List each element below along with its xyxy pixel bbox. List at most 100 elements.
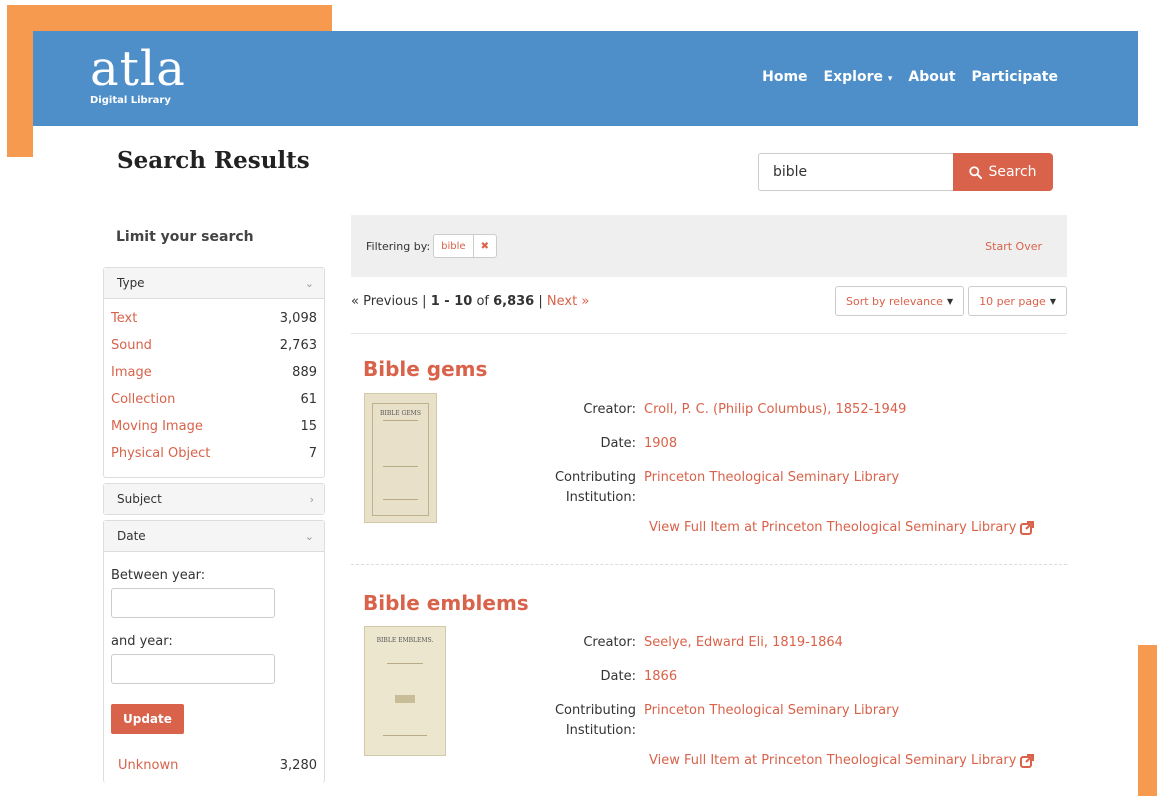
start-over-link[interactable]: Start Over — [985, 240, 1042, 253]
and-year-input[interactable] — [111, 654, 275, 684]
facet-type-label: Type — [117, 276, 145, 290]
view-full-item-label: View Full Item at Princeton Theological … — [649, 753, 1017, 768]
chevron-down-icon: ⌄ — [304, 529, 314, 543]
result-metadata: Creator: Seelye, Edward Eli, 1819-1864 Da… — [541, 633, 899, 755]
filter-chip-value[interactable]: bible — [434, 235, 474, 257]
caret-down-icon: ▼ — [946, 296, 954, 306]
metadata-key-line: Institution: — [565, 490, 636, 505]
facet-item-physical-object[interactable]: Physical Object 7 — [111, 440, 317, 467]
nav-explore[interactable]: Explore ▾ — [824, 69, 893, 85]
metadata-row-date: Date: 1908 — [541, 434, 906, 454]
between-year-input[interactable] — [111, 588, 275, 618]
search-input[interactable] — [758, 153, 953, 191]
facet-item-label[interactable]: Image — [111, 365, 152, 380]
result-thumbnail[interactable]: BIBLE GEMS — [364, 393, 437, 523]
facet-sidebar: Limit your search Type ⌄ Text 3,098 Sound… — [103, 229, 325, 788]
pager-of: of — [476, 293, 489, 309]
site-navbar: atla Digital Library Home Explore ▾ Abou… — [33, 31, 1138, 126]
external-link-icon — [1020, 753, 1035, 768]
result-item: Bible gems BIBLE GEMS Creator: Croll, P. … — [351, 334, 1067, 567]
nav-about[interactable]: About — [908, 69, 955, 85]
update-button[interactable]: Update — [111, 704, 184, 734]
chevron-right-icon: › — [309, 492, 314, 506]
filter-label: Filtering by: — [366, 239, 431, 253]
nav-explore-label: Explore — [823, 69, 883, 85]
date-link[interactable]: 1908 — [644, 434, 677, 454]
facet-item-count: 3,280 — [279, 758, 317, 773]
facet-type-header[interactable]: Type ⌄ — [104, 268, 324, 299]
facet-item-text[interactable]: Text 3,098 — [111, 305, 317, 332]
pager-total: 6,836 — [493, 293, 535, 309]
facet-item-count: 61 — [300, 392, 317, 407]
institution-link[interactable]: Princeton Theological Seminary Library — [644, 468, 899, 508]
facet-item-count: 7 — [308, 446, 317, 461]
date-link[interactable]: 1866 — [644, 667, 677, 687]
facet-subject-label: Subject — [117, 492, 162, 506]
chevron-down-icon: ⌄ — [304, 276, 314, 290]
metadata-row-date: Date: 1866 — [541, 667, 899, 687]
per-page-dropdown[interactable]: 10 per page ▼ — [968, 286, 1067, 316]
result-title-link[interactable]: Bible gems — [363, 357, 487, 381]
result-divider — [351, 564, 1067, 565]
metadata-key-line: Institution: — [565, 723, 636, 738]
thumbnail-caption: BIBLE GEMS — [380, 410, 421, 417]
metadata-key: Date: — [600, 436, 636, 451]
facet-item-moving-image[interactable]: Moving Image 15 — [111, 413, 317, 440]
facet-subject: Subject › — [103, 483, 325, 515]
thumbnail-rule — [383, 499, 418, 500]
facet-date-header[interactable]: Date ⌄ — [104, 521, 324, 552]
facet-item-label[interactable]: Physical Object — [111, 446, 210, 461]
nav-participate[interactable]: Participate — [972, 69, 1058, 85]
facet-item-label[interactable]: Sound — [111, 338, 152, 353]
metadata-row-institution: Contributing Institution: Princeton Theolo… — [541, 701, 899, 741]
facet-item-unknown[interactable]: Unknown 3,280 — [111, 758, 317, 773]
next-link[interactable]: Next » — [547, 294, 589, 309]
thumbnail-rule — [395, 695, 415, 703]
facet-item-collection[interactable]: Collection 61 — [111, 386, 317, 413]
sort-dropdown[interactable]: Sort by relevance ▼ — [834, 286, 965, 316]
thumbnail-rule — [383, 735, 427, 736]
previous-link: « Previous — [351, 293, 419, 309]
facet-item-label[interactable]: Text — [111, 311, 137, 326]
view-full-item-link[interactable]: View Full Item at Princeton Theological … — [649, 753, 1035, 768]
nav-home[interactable]: Home — [762, 69, 807, 85]
facet-date: Date ⌄ Between year: and year: Update Un… — [103, 520, 325, 783]
search-button[interactable]: Search — [953, 153, 1053, 191]
metadata-key-line: Contributing — [554, 470, 636, 485]
and-year-label: and year: — [111, 634, 173, 649]
close-icon[interactable]: ✖ — [474, 235, 496, 257]
facet-item-sound[interactable]: Sound 2,763 — [111, 332, 317, 359]
search-icon — [969, 165, 983, 179]
creator-link[interactable]: Seelye, Edward Eli, 1819-1864 — [644, 633, 843, 653]
institution-link[interactable]: Princeton Theological Seminary Library — [644, 701, 899, 741]
facet-item-count: 3,098 — [279, 311, 317, 326]
logo-wordmark: atla — [90, 41, 186, 97]
metadata-row-institution: Contributing Institution: Princeton Theolo… — [541, 468, 906, 508]
view-full-item-link[interactable]: View Full Item at Princeton Theological … — [649, 520, 1035, 535]
site-logo[interactable]: atla Digital Library — [90, 45, 186, 106]
creator-link[interactable]: Croll, P. C. (Philip Columbus), 1852-194… — [644, 400, 906, 420]
metadata-key: Contributing Institution: — [541, 701, 636, 741]
facet-item-label[interactable]: Collection — [111, 392, 175, 407]
facet-item-label[interactable]: Unknown — [118, 758, 178, 773]
thumbnail-rule — [383, 420, 418, 421]
result-thumbnail[interactable]: BIBLE EMBLEMS. — [364, 626, 446, 756]
pager-separator: | — [422, 293, 427, 309]
chevron-down-icon: ▾ — [887, 74, 893, 84]
facet-date-label: Date — [117, 529, 146, 543]
pager-range: 1 - 10 — [430, 293, 473, 309]
thumbnail-caption: BIBLE EMBLEMS. — [376, 637, 434, 644]
facet-item-label[interactable]: Moving Image — [111, 419, 203, 434]
filter-bar: Filtering by: bible ✖ Start Over — [351, 215, 1067, 277]
result-title-link[interactable]: Bible emblems — [363, 591, 529, 615]
thumbnail-rule — [387, 663, 423, 664]
facet-item-count: 2,763 — [279, 338, 317, 353]
page-title: Search Results — [117, 147, 310, 174]
result-item: Bible emblems BIBLE EMBLEMS. Creator: See… — [351, 567, 1067, 796]
sort-controls: Sort by relevance ▼ 10 per page ▼ — [834, 286, 1067, 316]
facet-subject-header[interactable]: Subject › — [104, 484, 324, 514]
facet-item-image[interactable]: Image 889 — [111, 359, 317, 386]
sidebar-title: Limit your search — [116, 229, 254, 245]
facet-type: Type ⌄ Text 3,098 Sound 2,763 Image 889 Col… — [103, 267, 325, 478]
metadata-key: Contributing Institution: — [541, 468, 636, 508]
